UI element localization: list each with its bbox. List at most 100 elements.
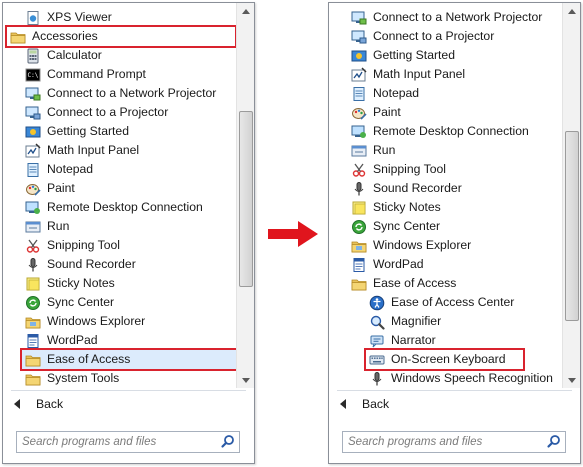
program-item-label: Remote Desktop Connection xyxy=(373,124,529,138)
narrator-icon xyxy=(369,333,385,349)
divider xyxy=(11,390,246,391)
scrollbar[interactable] xyxy=(236,3,254,388)
microphone-icon xyxy=(369,371,385,387)
back-arrow-icon xyxy=(340,399,346,409)
program-item[interactable]: C:\ Command Prompt xyxy=(25,65,146,84)
remote-desktop-icon xyxy=(351,124,367,140)
program-item[interactable]: XPS Viewer xyxy=(25,8,112,27)
program-item[interactable]: Paint xyxy=(351,103,401,122)
program-item[interactable]: WordPad xyxy=(351,255,424,274)
back-label: Back xyxy=(362,397,390,411)
scrollbar-thumb[interactable] xyxy=(565,131,579,321)
program-item[interactable]: WordPad xyxy=(25,331,98,350)
search-input[interactable] xyxy=(22,433,219,451)
wordpad-icon xyxy=(25,333,41,349)
program-list: Connect to a Network Projector Connect to… xyxy=(329,3,562,388)
scroll-down-arrow-icon[interactable] xyxy=(563,372,580,388)
sticky-notes-icon xyxy=(25,276,41,292)
paint-icon xyxy=(351,105,367,121)
program-item-label: System Tools xyxy=(47,371,120,385)
program-item-label: Windows Speech Recognition xyxy=(391,371,553,385)
search-icon[interactable] xyxy=(219,433,239,451)
back-arrow-icon xyxy=(14,399,20,409)
program-item[interactable]: Sound Recorder xyxy=(25,255,136,274)
folder-explorer-icon xyxy=(25,314,41,330)
program-item[interactable]: Remote Desktop Connection xyxy=(351,122,529,141)
folder-icon xyxy=(25,371,41,387)
magnifier-icon xyxy=(369,314,385,330)
program-item-label: Run xyxy=(373,143,396,157)
program-item[interactable]: Sound Recorder xyxy=(351,179,462,198)
program-item[interactable]: Calculator xyxy=(25,46,102,65)
program-item[interactable]: Windows Explorer xyxy=(25,312,145,331)
program-item[interactable]: Windows Explorer xyxy=(351,236,471,255)
program-item[interactable]: Run xyxy=(351,141,395,160)
math-input-icon xyxy=(351,66,367,83)
remote-desktop-icon xyxy=(25,200,41,216)
svg-text:C:\: C:\ xyxy=(28,72,39,79)
program-item[interactable]: Sticky Notes xyxy=(351,198,441,217)
program-item[interactable]: Snipping Tool xyxy=(351,160,446,179)
back-button[interactable]: Back xyxy=(337,395,457,413)
snipping-tool-icon xyxy=(25,238,41,254)
search-input[interactable] xyxy=(348,433,545,451)
program-item[interactable]: Notepad xyxy=(25,160,93,179)
program-list: XPS Viewer Accessories Calculator C:\ Comman… xyxy=(3,3,236,388)
divider xyxy=(337,390,572,391)
program-item[interactable]: Connect to a Network Projector xyxy=(25,84,216,103)
program-item-label: Ease of Access xyxy=(47,352,131,366)
program-item[interactable]: Math Input Panel xyxy=(25,141,139,160)
program-item[interactable]: Remote Desktop Connection xyxy=(25,198,203,217)
scrollbar[interactable] xyxy=(562,3,580,388)
program-item[interactable]: Magnifier xyxy=(369,312,441,331)
program-item-label: Notepad xyxy=(47,162,94,176)
search-box[interactable] xyxy=(16,431,240,453)
back-button[interactable]: Back xyxy=(11,395,131,413)
program-item[interactable]: Narrator xyxy=(369,331,436,350)
program-item[interactable]: Getting Started xyxy=(25,122,129,141)
scroll-up-arrow-icon[interactable] xyxy=(237,3,254,19)
program-item[interactable]: Snipping Tool xyxy=(25,236,120,255)
wordpad-icon xyxy=(351,257,367,273)
program-item[interactable]: Ease of Access Center xyxy=(369,293,514,312)
program-item-label: Sticky Notes xyxy=(47,276,115,290)
program-item-label: Ease of Access Center xyxy=(391,295,515,309)
search-box[interactable] xyxy=(342,431,566,453)
program-item[interactable]: Getting Started xyxy=(351,46,455,65)
notepad-icon xyxy=(351,86,367,102)
program-item-label: WordPad xyxy=(373,257,424,271)
program-item[interactable]: Connect to a Projector xyxy=(25,103,168,122)
program-item[interactable]: Run xyxy=(25,217,69,236)
start-menu-panel-left: XPS Viewer Accessories Calculator C:\ Comman… xyxy=(2,2,255,464)
program-item-label: Calculator xyxy=(47,48,102,62)
keyboard-icon xyxy=(369,352,385,368)
search-icon[interactable] xyxy=(545,433,565,451)
scroll-down-arrow-icon[interactable] xyxy=(237,372,254,388)
program-item[interactable]: Sticky Notes xyxy=(25,274,115,293)
program-item[interactable]: Connect to a Network Projector xyxy=(351,8,542,27)
program-item[interactable]: Sync Center xyxy=(25,293,114,312)
program-item[interactable]: Math Input Panel xyxy=(351,65,465,84)
folder-icon xyxy=(25,352,41,368)
program-item-label: Getting Started xyxy=(373,48,455,62)
program-item[interactable]: Sync Center xyxy=(351,217,440,236)
getting-started-icon xyxy=(351,48,367,64)
program-item[interactable]: On-Screen Keyboard xyxy=(364,348,525,371)
program-item[interactable]: Windows Speech Recognition xyxy=(369,369,553,388)
folder-icon xyxy=(10,29,26,45)
math-input-icon xyxy=(25,142,41,159)
projector-icon xyxy=(25,105,41,121)
scrollbar-thumb[interactable] xyxy=(239,111,253,287)
program-item-label: Math Input Panel xyxy=(373,67,466,81)
program-item[interactable]: Paint xyxy=(25,179,75,198)
program-item[interactable]: Connect to a Projector xyxy=(351,27,494,46)
program-item[interactable]: Accessories xyxy=(5,25,236,48)
program-item[interactable]: Ease of Access xyxy=(351,274,456,293)
program-item[interactable]: Ease of Access xyxy=(20,348,236,371)
scroll-up-arrow-icon[interactable] xyxy=(563,3,580,19)
back-label: Back xyxy=(36,397,64,411)
program-item[interactable]: Notepad xyxy=(351,84,419,103)
program-item[interactable]: System Tools xyxy=(25,369,119,388)
sync-center-icon xyxy=(25,295,41,311)
program-item-label: Magnifier xyxy=(391,314,442,328)
